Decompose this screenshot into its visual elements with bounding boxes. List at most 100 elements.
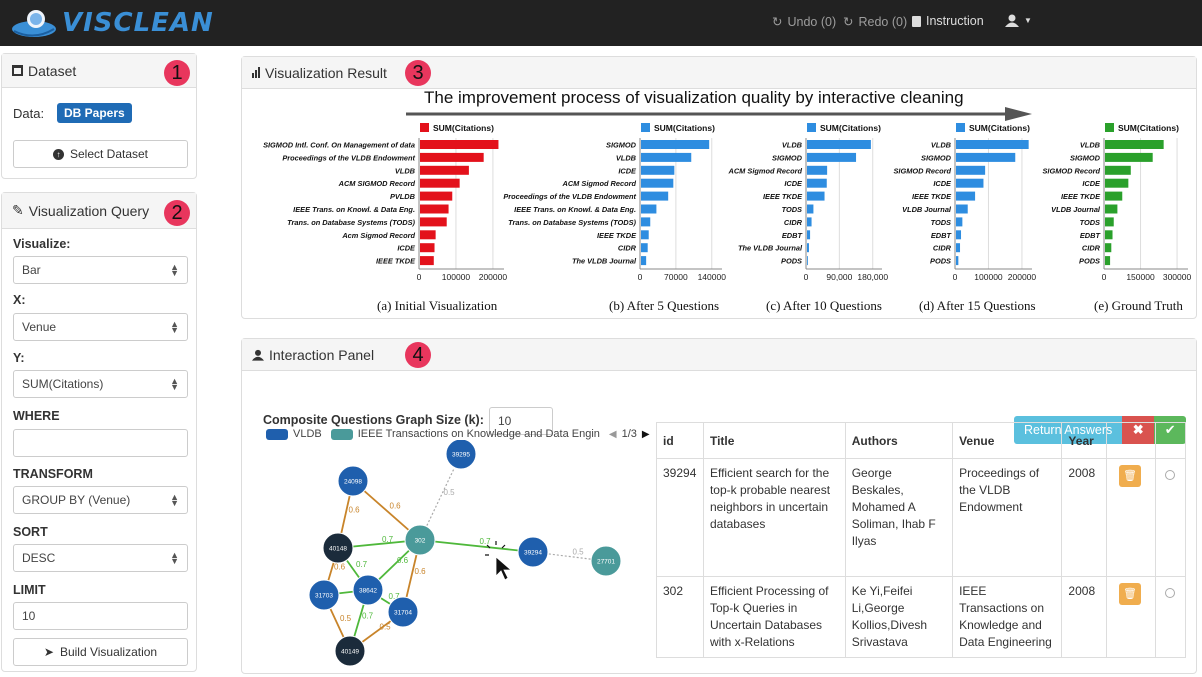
y-label: Y: [13,351,25,365]
database-icon [12,65,23,76]
navbar: VISCLEAN ↻ Undo (0) ↻ Redo (0) Instruction… [0,0,1202,46]
table-header-row: id Title Authors Venue Year [656,422,1187,459]
edge-weight-label: 0.7 [480,537,492,546]
graph-node-label: 38642 [359,588,377,595]
cell-delete: 🗑 [1105,576,1156,658]
caret-down-icon: ▼ [1024,16,1032,25]
step-marker-3: 3 [405,60,431,86]
result-panel-header: Visualization Result [242,57,1196,89]
interaction-panel-header: Interaction Panel [242,339,1196,371]
legend-next-icon[interactable]: ▶ [642,429,650,440]
graph-node-label: 40148 [329,546,347,553]
legend-prev-icon[interactable]: ◀ [609,429,617,440]
transform-label: TRANSFORM [13,467,93,481]
user-icon [1005,14,1019,27]
instruction-button[interactable]: Instruction [912,14,984,28]
interaction-panel-title: Interaction Panel [269,346,375,363]
delete-button[interactable]: 🗑 [1118,583,1141,605]
query-panel: ✎ Visualization Query 2 Visualize: Bar ▲ ▼… [1,192,197,672]
row-radio[interactable] [1165,588,1176,598]
x-select[interactable]: Venue ▲ ▼ [13,313,188,341]
edge-weight-label: 0.7 [362,612,374,621]
graph-node-label: 27701 [597,559,615,566]
chart-caption-b: (b) After 5 Questions [609,298,720,313]
trash-icon: 🗑 [1122,587,1137,600]
table-row: 302 Efficient Processing of Top-k Querie… [656,576,1187,658]
step-marker-1: 1 [164,60,190,86]
where-input[interactable] [13,429,188,457]
book-icon [912,15,921,27]
undo-icon: ↻ [772,15,783,29]
query-panel-title: Visualization Query [28,202,150,219]
row-radio[interactable] [1165,470,1176,480]
edge-weight-label: 0.5 [444,488,456,497]
x-label: X: [13,293,26,307]
chart-caption-a: (a) Initial Visualization [377,298,498,313]
step-marker-2: 2 [164,200,190,226]
dataset-panel: Dataset 1 Data: DB Papers ↑ Select Datas… [1,53,197,179]
y-select[interactable]: SUM(Citations) ▲ ▼ [13,370,188,398]
limit-value: 10 [22,609,36,623]
y-value: SUM(Citations) [22,377,104,391]
trash-icon: 🗑 [1122,469,1137,482]
limit-input[interactable]: 10 [13,602,188,630]
sort-label: SORT [13,525,48,539]
header-select [1154,422,1187,459]
dataset-panel-title: Dataset [28,62,77,79]
app-logo-text: VISCLEAN [62,8,214,38]
edge-weight-label: 0.6 [349,506,361,515]
redo-label: Redo (0) [858,14,908,29]
user-icon [252,349,264,361]
visualize-select[interactable]: Bar ▲ ▼ [13,256,188,284]
undo-label: Undo (0) [787,14,837,29]
build-visualization-label: Build Visualization [59,645,158,659]
build-visualization-button[interactable]: ➤ Build Visualization [13,638,188,666]
bar-chart-icon [252,67,260,78]
delete-button[interactable]: 🗑 [1118,465,1141,487]
legend-swatch-tkde [330,428,353,440]
cell-id: 302 [656,576,704,658]
select-arrows-icon: ▲ ▼ [170,376,179,392]
select-dataset-label: Select Dataset [69,147,149,161]
legend-item-vldb[interactable]: VLDB [293,428,322,440]
edge-weight-label: 0.7 [382,535,394,544]
undo-button[interactable]: ↻ Undo (0) [772,14,837,30]
graph-edge [419,539,534,553]
transform-select[interactable]: GROUP BY (Venue) ▲ ▼ [13,486,188,514]
mouse-cursor-icon [495,556,513,581]
redo-button[interactable]: ↻ Redo (0) [843,14,908,30]
send-icon: ➤ [43,645,54,659]
user-menu[interactable]: ▼ [1005,14,1032,27]
limit-label: LIMIT [13,583,46,597]
where-label: WHERE [13,409,60,423]
cell-year: 2008 [1061,458,1107,577]
table-row: 39294 Efficient search for the top-k pro… [656,458,1187,577]
graph-node-label: 39294 [524,550,542,557]
header-authors: Authors [844,422,954,459]
upload-circle-icon: ↑ [52,148,64,160]
dataset-badge: DB Papers [57,103,132,123]
cell-title: Efficient Processing of Top-k Queries in… [702,576,846,658]
improvement-banner: The improvement process of visualization… [424,88,964,107]
cell-select [1154,458,1187,577]
select-dataset-button[interactable]: ↑ Select Dataset [13,140,188,168]
graph-node-label: 31704 [394,610,412,617]
legend-item-tkde[interactable]: IEEE Transactions on Knowledge and Data … [358,428,600,440]
cell-authors: George Beskales, Mohamed A Soliman, Ihab… [844,458,954,577]
result-panel-title: Visualization Result [265,64,387,81]
select-arrows-icon: ▲ ▼ [170,262,179,278]
edge-weight-label: 0.6 [415,567,427,576]
edge-weight-label: 0.5 [573,548,585,557]
cell-authors: Ke Yi,Feifei Li,George Kollios,Divesh Sr… [844,576,954,658]
sort-select[interactable]: DESC ▲ ▼ [13,544,188,572]
app-logo[interactable]: VISCLEAN [10,6,214,40]
graph-node-label: 40149 [341,649,359,656]
header-id: id [656,422,704,459]
edge-weight-label: 0.6 [390,502,402,511]
header-title: Title [702,422,846,459]
cell-delete: 🗑 [1105,458,1156,577]
question-graph[interactable]: 0.50.60.70.50.60.70.60.60.6 0.70.70.5 0.70… [290,440,630,670]
edge-weight-label: 0.5 [340,614,352,623]
edge-weight-label: 0.6 [397,556,409,565]
data-label: Data: [13,106,45,121]
